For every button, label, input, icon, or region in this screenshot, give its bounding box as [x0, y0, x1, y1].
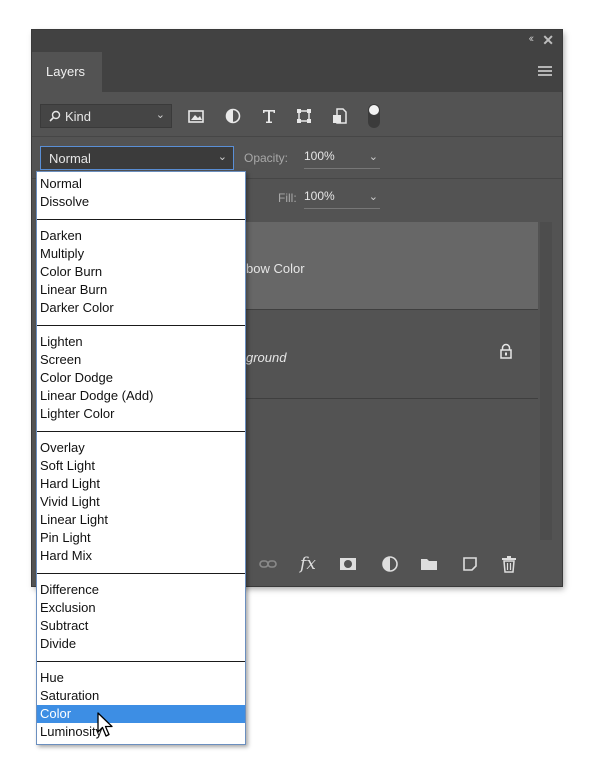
blend-mode-option[interactable]: Color Burn [37, 263, 245, 281]
blend-mode-option[interactable]: Vivid Light [37, 493, 245, 511]
chevron-down-icon: ⌄ [368, 191, 378, 203]
chevron-down-icon: ⌄ [368, 151, 378, 163]
opacity-label: Opacity: [244, 151, 289, 165]
fx-icon[interactable]: fx [298, 554, 318, 574]
type-filter-icon[interactable] [260, 107, 278, 125]
new-layer-icon[interactable] [460, 554, 480, 574]
adjustment-layer-icon[interactable] [380, 554, 400, 574]
blend-mode-option[interactable]: Darken [37, 227, 245, 245]
tab-layers[interactable]: Layers [32, 52, 102, 92]
smart-object-filter-icon[interactable] [331, 107, 349, 125]
blend-mode-select[interactable]: Normal ⌄ [40, 146, 234, 170]
filter-row: Kind ⌄ [32, 96, 562, 134]
blend-mode-option[interactable]: Color [37, 705, 245, 723]
blend-mode-option[interactable]: Soft Light [37, 457, 245, 475]
menu-separator [37, 431, 245, 432]
opacity-field[interactable]: 100% ⌄ [304, 149, 380, 169]
divider [32, 136, 562, 137]
fill-field[interactable]: 100% ⌄ [304, 189, 380, 209]
lock-icon[interactable] [498, 343, 514, 359]
collapse-icon[interactable]: ‹‹ [529, 33, 535, 45]
blend-mode-option[interactable]: Multiply [37, 245, 245, 263]
filter-toggle[interactable] [368, 104, 380, 128]
blend-mode-option[interactable]: Pin Light [37, 529, 245, 547]
fill-label: Fill: [278, 191, 297, 205]
menu-separator [37, 573, 245, 574]
chevron-down-icon: ⌄ [217, 151, 227, 163]
blend-mode-dropdown: Normal Dissolve Darken Multiply Color Burn Li… [36, 171, 246, 745]
blend-mode-option[interactable]: Linear Dodge (Add) [37, 387, 245, 405]
menu-separator [37, 219, 245, 220]
shape-filter-icon[interactable] [295, 107, 313, 125]
layer-name: ground [246, 350, 287, 365]
adjustment-filter-icon[interactable] [224, 107, 242, 125]
mouse-cursor-icon [97, 712, 113, 737]
blend-mode-option[interactable]: Exclusion [37, 599, 245, 617]
add-mask-icon[interactable] [338, 554, 358, 574]
blend-mode-option[interactable]: Lighter Color [37, 405, 245, 423]
image-filter-icon[interactable] [187, 107, 205, 125]
blend-mode-option[interactable]: Screen [37, 351, 245, 369]
blend-mode-option[interactable]: Linear Light [37, 511, 245, 529]
blend-mode-option[interactable]: Lighten [37, 333, 245, 351]
fill-value: 100% [304, 189, 335, 203]
tab-row: Layers [32, 52, 562, 92]
blend-mode-option[interactable]: Hard Light [37, 475, 245, 493]
blend-mode-option[interactable]: Overlay [37, 439, 245, 457]
opacity-value: 100% [304, 149, 335, 163]
layer-name: bow Color [246, 261, 305, 276]
blend-mode-option[interactable]: Luminosity [37, 723, 245, 741]
chevron-down-icon: ⌄ [155, 109, 165, 121]
blend-mode-option[interactable]: Color Dodge [37, 369, 245, 387]
search-icon [49, 110, 61, 122]
blend-mode-option[interactable]: Darker Color [37, 299, 245, 317]
filter-kind-select[interactable]: Kind ⌄ [40, 104, 172, 128]
menu-separator [37, 661, 245, 662]
blend-mode-option[interactable]: Normal [37, 175, 245, 193]
blend-mode-option[interactable]: Saturation [37, 687, 245, 705]
close-icon[interactable]: ✕ [542, 32, 554, 49]
folder-icon[interactable] [419, 554, 439, 574]
panel-title-bar: ‹‹ ✕ [32, 30, 562, 52]
blend-mode-option[interactable]: Hue [37, 669, 245, 687]
filter-kind-label: Kind [65, 109, 92, 124]
panel-menu-icon[interactable] [538, 66, 552, 78]
trash-icon[interactable] [499, 554, 519, 574]
link-layers-icon[interactable] [258, 554, 278, 574]
blend-mode-option[interactable]: Dissolve [37, 193, 245, 211]
blend-mode-option[interactable]: Subtract [37, 617, 245, 635]
blend-mode-option[interactable]: Difference [37, 581, 245, 599]
blend-mode-option[interactable]: Divide [37, 635, 245, 653]
blend-mode-option[interactable]: Hard Mix [37, 547, 245, 565]
blend-mode-option[interactable]: Linear Burn [37, 281, 245, 299]
scrollbar[interactable] [540, 222, 552, 548]
menu-separator [37, 325, 245, 326]
blend-mode-value: Normal [49, 151, 91, 166]
